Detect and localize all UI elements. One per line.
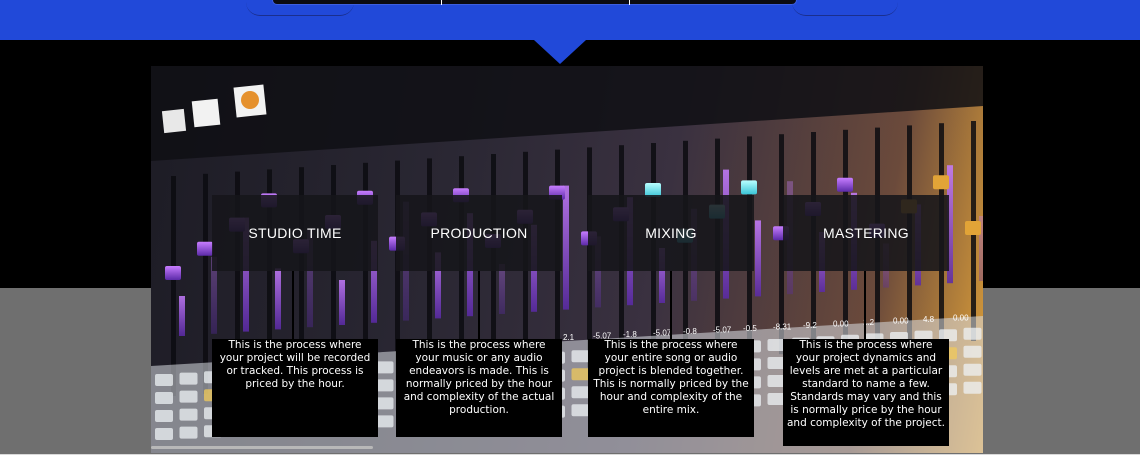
service-card-production[interactable]: PRODUCTION <box>396 195 562 271</box>
console-button <box>179 372 198 385</box>
console-button <box>155 392 173 404</box>
console-button <box>179 408 198 421</box>
console-button <box>155 428 173 440</box>
horizontal-scrollbar[interactable] <box>151 446 373 449</box>
card-connector-line <box>864 271 866 339</box>
console-button <box>179 426 198 439</box>
console-readout: -0.8 <box>683 327 697 336</box>
level-meter <box>563 185 569 310</box>
level-meter <box>339 280 345 325</box>
fader-cap <box>933 175 949 190</box>
console-readout: -1.8 <box>623 330 637 339</box>
service-card-mixing[interactable]: MIXING <box>588 195 754 271</box>
level-meter <box>755 220 761 297</box>
card-connector-line <box>478 271 480 339</box>
console-readout: -9.2 <box>803 321 817 330</box>
console-button <box>963 327 982 340</box>
fader-cap <box>741 180 757 195</box>
fader-cap <box>197 241 213 256</box>
nav-tab-divider <box>629 0 630 5</box>
section-pointer-arrow <box>534 40 586 64</box>
fader-cap <box>165 266 181 280</box>
console-readout: 0.00 <box>833 320 849 329</box>
nav-pill-right[interactable] <box>792 0 898 16</box>
service-title: MIXING <box>645 225 697 241</box>
fader-cap <box>837 177 853 192</box>
level-meter <box>179 296 185 336</box>
console-button <box>571 386 590 399</box>
console-button <box>375 397 394 410</box>
level-meter <box>499 264 505 314</box>
level-meter <box>275 268 281 330</box>
console-button <box>571 404 590 417</box>
service-description-production: This is the process where your music or … <box>396 339 562 437</box>
console-button <box>375 361 394 374</box>
console-readout: 2.1 <box>563 333 575 342</box>
console-readout: -0.5 <box>743 324 757 333</box>
console-button <box>571 350 590 363</box>
console-button <box>179 390 198 403</box>
console-button <box>963 345 982 358</box>
console-button <box>571 368 590 381</box>
service-card-studio-time[interactable]: STUDIO TIME <box>212 195 378 271</box>
console-readout: 4.8 <box>923 315 935 324</box>
service-title: STUDIO TIME <box>248 225 342 241</box>
console-readout: -5.07 <box>713 326 732 335</box>
console-button <box>375 379 394 392</box>
fader-track <box>171 176 176 396</box>
console-readout: 0.00 <box>893 317 909 326</box>
service-description-studio-time: This is the process where your project w… <box>212 339 378 437</box>
console-button <box>155 374 173 386</box>
fader-track <box>203 173 208 394</box>
console-readout: -8.31 <box>773 323 792 332</box>
card-connector-line <box>292 271 294 339</box>
console-readout: 0.00 <box>953 314 969 323</box>
console-readout: -5.07 <box>653 329 672 338</box>
card-connector-line <box>670 271 672 339</box>
console-button <box>963 363 982 376</box>
nav-tab-divider <box>441 0 442 5</box>
fader-cap <box>965 221 981 235</box>
service-title: PRODUCTION <box>430 225 528 241</box>
console-button <box>963 381 982 394</box>
console-button <box>375 415 394 428</box>
header-band <box>0 0 1140 40</box>
service-title: MASTERING <box>823 225 909 241</box>
nav-tab-bar[interactable] <box>272 0 797 5</box>
service-card-mastering[interactable]: MASTERING <box>783 195 949 271</box>
footer-divider <box>0 454 1140 455</box>
service-description-mixing: This is the process where your entire so… <box>588 339 754 437</box>
console-button <box>155 410 173 422</box>
service-description-mastering: This is the process where your project d… <box>783 339 949 446</box>
